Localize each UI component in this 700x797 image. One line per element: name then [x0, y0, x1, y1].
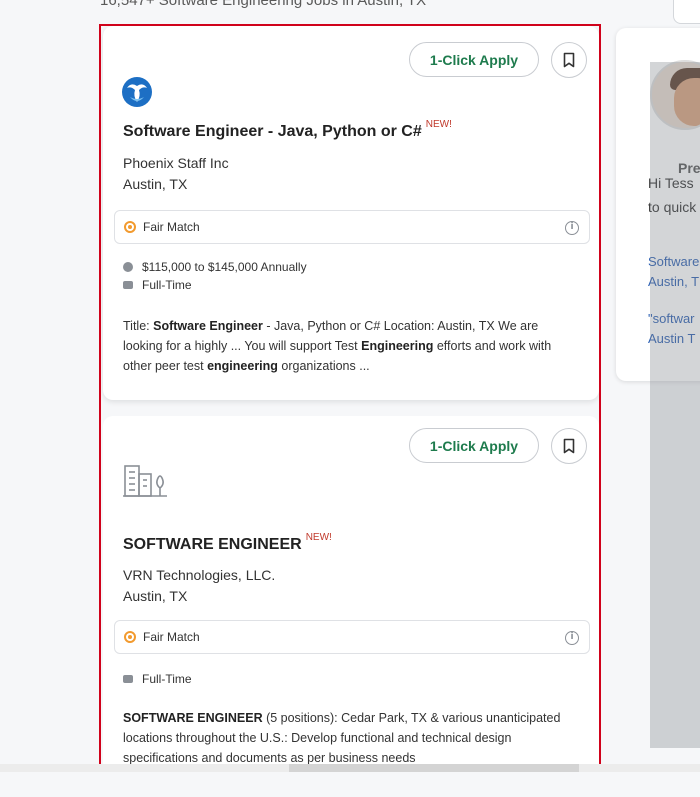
- results-count-heading: 16,547+ Software Engineering Jobs in Aus…: [100, 0, 427, 9]
- money-icon: [123, 262, 133, 272]
- job-snippet: SOFTWARE ENGINEER (5 positions): Cedar P…: [123, 711, 561, 765]
- new-badge: NEW!: [305, 532, 332, 543]
- job-location: Austin, TX: [123, 176, 188, 192]
- job-title[interactable]: SOFTWARE ENGINEER NEW!: [123, 532, 332, 554]
- match-label: Fair Match: [143, 630, 200, 644]
- job-type-row: Full-Time: [123, 278, 192, 292]
- bookmark-icon: [563, 438, 575, 454]
- one-click-apply-button[interactable]: 1-Click Apply: [409, 428, 539, 463]
- building-logo-icon: [123, 464, 169, 503]
- phoenix-logo-icon: [121, 76, 153, 113]
- salary-row: $115,000 to $145,000 Annually: [123, 260, 307, 274]
- bookmark-icon: [563, 52, 575, 68]
- salary-text: $115,000 to $145,000 Annually: [142, 260, 307, 274]
- new-badge: NEW!: [425, 119, 452, 130]
- job-results-list: 1-Click Apply Software Engineer - Java, …: [99, 24, 601, 772]
- panel-overlay: [650, 62, 700, 748]
- save-job-button[interactable]: [551, 42, 587, 78]
- job-snippet: Title: Software Engineer - Java, Python …: [123, 319, 552, 373]
- job-title-text[interactable]: SOFTWARE ENGINEER: [123, 536, 302, 553]
- match-label: Fair Match: [143, 220, 200, 234]
- horizontal-scrollbar-thumb[interactable]: [289, 764, 579, 772]
- job-card[interactable]: 1-Click Apply Software Engineer - Java, …: [103, 26, 599, 400]
- briefcase-icon: [123, 281, 133, 289]
- company-name: VRN Technologies, LLC.: [123, 567, 276, 583]
- job-location: Austin, TX: [123, 588, 188, 604]
- job-type-text: Full-Time: [142, 278, 192, 292]
- job-title[interactable]: Software Engineer - Java, Python or C# NE…: [123, 119, 452, 141]
- job-type-text: Full-Time: [142, 672, 192, 686]
- match-icon: [124, 631, 136, 643]
- job-type-row: Full-Time: [123, 672, 192, 686]
- info-icon[interactable]: i: [565, 631, 579, 645]
- save-job-button[interactable]: [551, 428, 587, 464]
- info-icon[interactable]: i: [565, 221, 579, 235]
- match-indicator[interactable]: Fair Match i: [114, 210, 590, 244]
- briefcase-icon: [123, 675, 133, 683]
- one-click-apply-button[interactable]: 1-Click Apply: [409, 42, 539, 77]
- job-title-text[interactable]: Software Engineer - Java, Python or C#: [123, 123, 422, 140]
- company-name: Phoenix Staff Inc: [123, 155, 229, 171]
- match-indicator[interactable]: Fair Match i: [114, 620, 590, 654]
- job-card[interactable]: 1-Click Apply SOFTWARE ENGINEER NEW! VRN …: [103, 416, 599, 770]
- top-right-button[interactable]: [673, 0, 700, 24]
- match-icon: [124, 221, 136, 233]
